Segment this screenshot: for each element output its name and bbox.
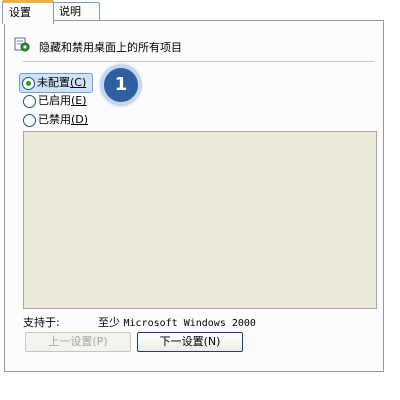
accelerator-key: (C) xyxy=(70,76,87,89)
tab-settings[interactable]: 设置 xyxy=(2,0,54,24)
radio-label: 未配置 xyxy=(37,76,70,89)
radio-label: 已启用 xyxy=(38,94,71,107)
previous-setting-button[interactable]: 上一设置(P) xyxy=(25,332,131,352)
supported-os: Microsoft Windows 2000 xyxy=(123,318,256,329)
next-setting-button[interactable]: 下一设置(N) xyxy=(137,332,243,352)
accelerator-key: (D) xyxy=(71,113,89,126)
supported-prefix: 至少 xyxy=(98,316,120,329)
supported-on-value: 至少 Microsoft Windows 2000 xyxy=(98,314,256,330)
policy-setting-icon xyxy=(14,37,30,52)
supported-on-label: 支持于: xyxy=(23,316,60,329)
radio-disabled[interactable]: 已禁用(D) xyxy=(23,111,88,129)
radio-enabled[interactable]: 已启用(E) xyxy=(23,92,87,110)
settings-panel: 隐藏和禁用桌面上的所有项目 未配置(C) 已启用(E) 已禁用(D) 1 支持于… xyxy=(4,20,384,372)
policy-header: 隐藏和禁用桌面上的所有项目 xyxy=(11,31,371,59)
tab-strip: 设置 说明 xyxy=(0,0,400,24)
radio-not-configured[interactable]: 未配置(C) xyxy=(19,73,94,93)
accelerator-key: (E) xyxy=(71,94,87,107)
options-area xyxy=(23,131,377,309)
radio-button[interactable] xyxy=(23,113,36,127)
radio-button-checked[interactable] xyxy=(22,76,35,90)
radio-button[interactable] xyxy=(23,94,36,108)
step-callout-badge: 1 xyxy=(101,65,141,105)
tab-explain[interactable]: 说明 xyxy=(52,2,100,20)
policy-title: 隐藏和禁用桌面上的所有项目 xyxy=(39,41,182,54)
divider xyxy=(23,61,375,62)
radio-label: 已禁用 xyxy=(38,113,71,126)
